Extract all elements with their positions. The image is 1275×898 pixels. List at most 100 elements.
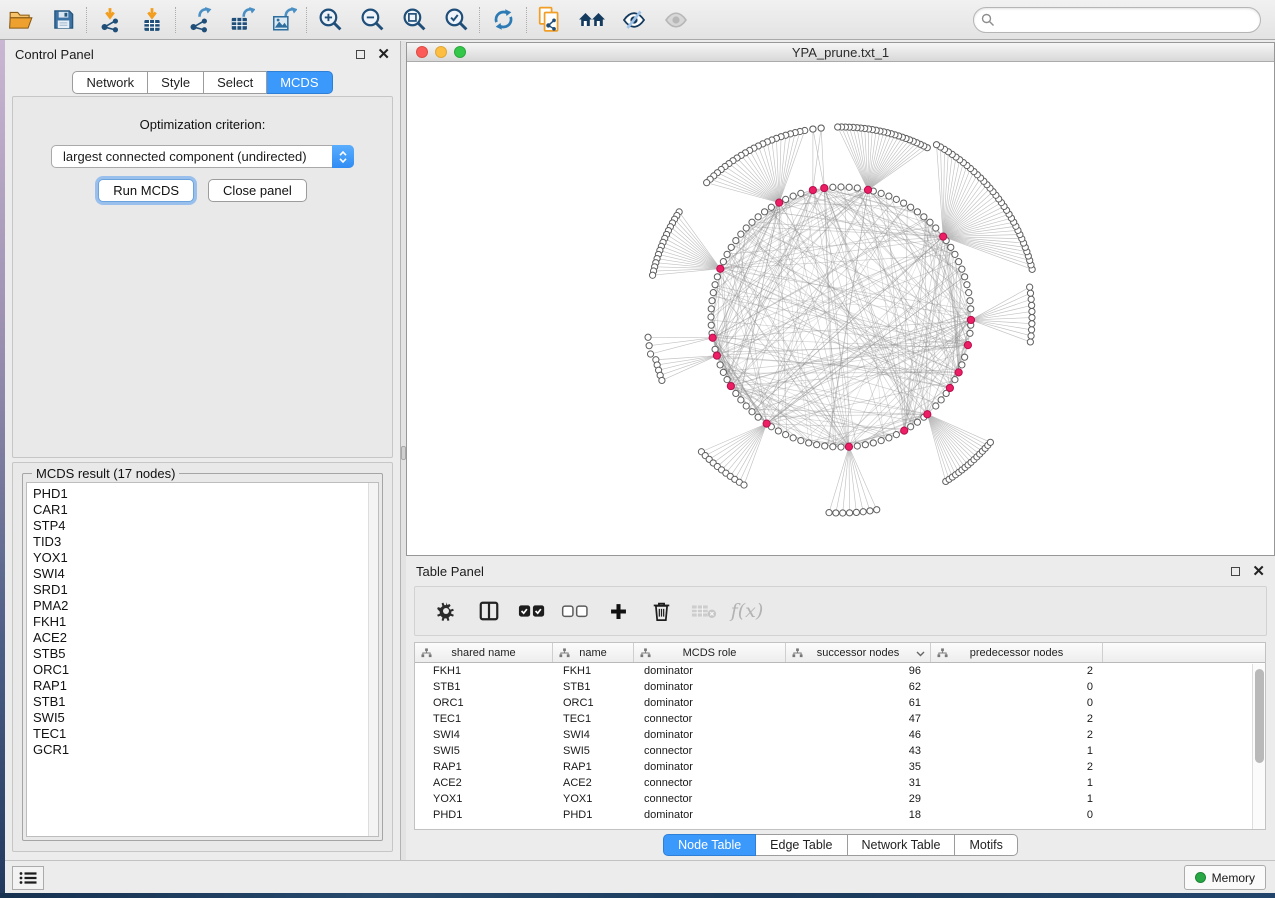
network-node[interactable]: [952, 251, 958, 257]
refresh-view-button[interactable]: [482, 3, 524, 37]
export-image-button[interactable]: [262, 3, 304, 37]
mcds-hub-node[interactable]: [924, 411, 931, 418]
mcds-hub-node[interactable]: [727, 382, 734, 389]
network-node[interactable]: [749, 409, 755, 415]
zoom-selected-button[interactable]: [435, 3, 477, 37]
save-session-button[interactable]: [42, 3, 84, 37]
network-node[interactable]: [755, 214, 761, 220]
network-node[interactable]: [724, 377, 730, 383]
window-list-button[interactable]: [12, 866, 44, 890]
network-node[interactable]: [743, 403, 749, 409]
show-column-button[interactable]: [472, 593, 506, 629]
deselect-all-button[interactable]: [558, 593, 592, 629]
network-node[interactable]: [833, 510, 839, 516]
delete-column-button[interactable]: [644, 593, 678, 629]
network-node[interactable]: [1028, 327, 1034, 333]
open-session-button[interactable]: [0, 3, 42, 37]
network-node[interactable]: [962, 274, 968, 280]
network-node[interactable]: [987, 439, 993, 445]
network-node[interactable]: [798, 438, 804, 444]
network-node[interactable]: [790, 435, 796, 441]
network-node[interactable]: [921, 214, 927, 220]
table-row[interactable]: TEC1TEC1connector472: [415, 711, 1265, 727]
network-node[interactable]: [964, 282, 970, 288]
mcds-hub-node[interactable]: [776, 199, 783, 206]
network-node[interactable]: [646, 343, 652, 349]
mcds-result-item[interactable]: STB1: [33, 694, 378, 710]
table-row[interactable]: STB1STB1dominator620: [415, 679, 1265, 695]
mcds-hub-node[interactable]: [901, 427, 908, 434]
export-network-button[interactable]: [178, 3, 220, 37]
mcds-hub-node[interactable]: [946, 384, 953, 391]
mcds-result-item[interactable]: SRD1: [33, 582, 378, 598]
zoom-fit-button[interactable]: [393, 3, 435, 37]
select-all-button[interactable]: [515, 593, 549, 629]
network-node[interactable]: [853, 509, 859, 515]
table-row[interactable]: SWI5SWI5connector431: [415, 743, 1265, 759]
session-home-button[interactable]: [571, 3, 613, 37]
network-node[interactable]: [728, 244, 734, 250]
network-node[interactable]: [743, 225, 749, 231]
add-column-button[interactable]: [601, 593, 635, 629]
tab-style[interactable]: Style: [148, 71, 204, 94]
network-node[interactable]: [822, 443, 828, 449]
mcds-hub-node[interactable]: [821, 184, 828, 191]
network-node[interactable]: [733, 237, 739, 243]
table-row[interactable]: ACE2ACE2connector311: [415, 775, 1265, 791]
network-node[interactable]: [901, 200, 907, 206]
mcds-result-item[interactable]: ORC1: [33, 662, 378, 678]
network-node[interactable]: [783, 196, 789, 202]
network-node[interactable]: [959, 362, 965, 368]
network-canvas[interactable]: [407, 62, 1274, 555]
network-node[interactable]: [645, 334, 651, 340]
network-node[interactable]: [709, 298, 715, 304]
export-table-button[interactable]: [220, 3, 262, 37]
mcds-hub-node[interactable]: [717, 265, 724, 272]
tab-network[interactable]: Network: [72, 71, 148, 94]
network-node[interactable]: [893, 432, 899, 438]
network-node[interactable]: [938, 397, 944, 403]
network-node[interactable]: [966, 290, 972, 296]
table-row[interactable]: YOX1YOX1connector291: [415, 791, 1265, 807]
network-node[interactable]: [838, 444, 844, 450]
network-node[interactable]: [710, 290, 716, 296]
network-node[interactable]: [860, 509, 866, 515]
tab-network-table[interactable]: Network Table: [848, 834, 956, 856]
mcds-hub-node[interactable]: [763, 420, 770, 427]
network-node[interactable]: [1027, 284, 1033, 290]
mcds-hub-node[interactable]: [809, 186, 816, 193]
show-all-button[interactable]: [655, 3, 697, 37]
import-table-button[interactable]: [131, 3, 173, 37]
tab-motifs[interactable]: Motifs: [955, 834, 1017, 856]
network-node[interactable]: [768, 204, 774, 210]
network-node[interactable]: [720, 369, 726, 375]
mcds-result-item[interactable]: STP4: [33, 518, 378, 534]
close-panel-button[interactable]: Close panel: [208, 179, 307, 202]
run-mcds-button[interactable]: Run MCDS: [98, 179, 194, 202]
mcds-hub-node[interactable]: [845, 443, 852, 450]
network-node[interactable]: [1029, 302, 1035, 308]
optimization-criterion-select[interactable]: largest connected component (undirected): [51, 145, 354, 168]
import-network-button[interactable]: [89, 3, 131, 37]
delete-table-button[interactable]: [687, 593, 721, 629]
tab-edge-table[interactable]: Edge Table: [756, 834, 847, 856]
mcds-hub-node[interactable]: [955, 369, 962, 376]
mcds-result-item[interactable]: CAR1: [33, 502, 378, 518]
network-node[interactable]: [1028, 296, 1034, 302]
network-node[interactable]: [1029, 308, 1035, 314]
network-node[interactable]: [659, 377, 665, 383]
network-node[interactable]: [818, 125, 824, 131]
network-node[interactable]: [649, 272, 655, 278]
network-node[interactable]: [835, 124, 841, 130]
mcds-result-item[interactable]: SWI5: [33, 710, 378, 726]
network-node[interactable]: [1028, 333, 1034, 339]
network-window-titlebar[interactable]: YPA_prune.txt_1: [407, 43, 1274, 62]
tab-select[interactable]: Select: [204, 71, 267, 94]
search-input[interactable]: [973, 7, 1261, 33]
mcds-result-item[interactable]: RAP1: [33, 678, 378, 694]
network-node[interactable]: [962, 354, 968, 360]
close-table-panel-icon[interactable]: ✕: [1252, 564, 1265, 579]
network-node[interactable]: [878, 438, 884, 444]
network-node[interactable]: [790, 193, 796, 199]
column-header-MCDS-role[interactable]: MCDS role: [634, 643, 786, 662]
